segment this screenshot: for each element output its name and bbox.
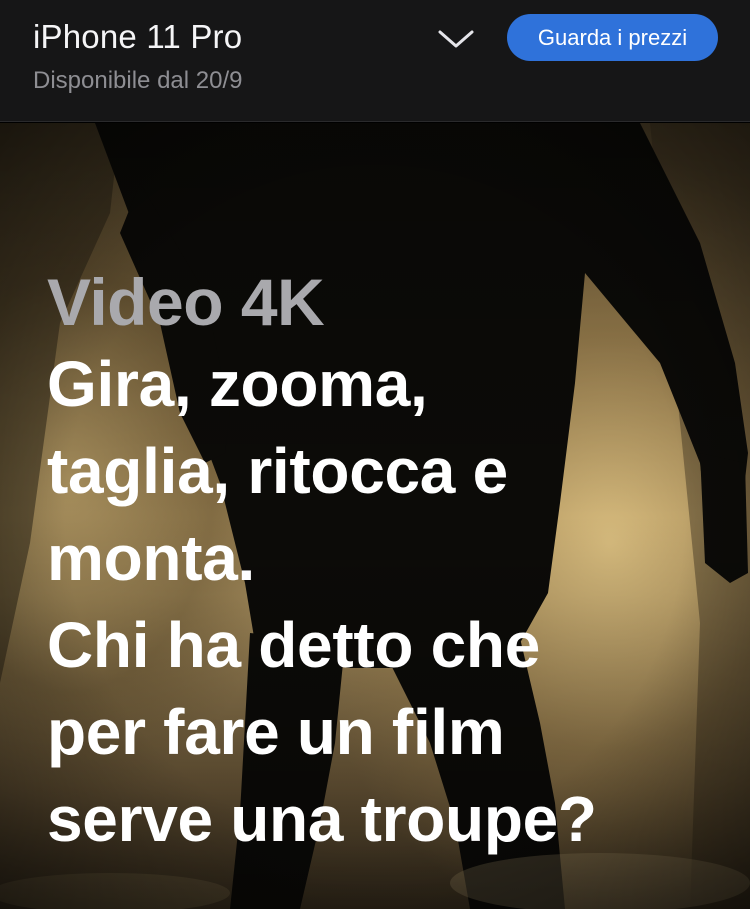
headline-line: taglia, ritocca e bbox=[47, 435, 508, 507]
product-nav-bar: iPhone 11 Pro Disponibile dal 20/9 Guard… bbox=[0, 0, 750, 122]
product-title[interactable]: iPhone 11 Pro bbox=[33, 18, 242, 56]
headline-line: monta. bbox=[47, 522, 255, 594]
availability-text: Disponibile dal 20/9 bbox=[33, 67, 243, 94]
headline-line: Gira, zooma, bbox=[47, 348, 428, 420]
view-prices-button[interactable]: Guarda i prezzi bbox=[507, 14, 718, 61]
hero-section: Video 4K Gira, zooma, taglia, ritocca e … bbox=[0, 123, 750, 909]
headline-line: per fare un film bbox=[47, 696, 505, 768]
hero-headline: Gira, zooma, taglia, ritocca e monta. Ch… bbox=[47, 341, 727, 863]
hero-eyebrow: Video 4K bbox=[47, 265, 325, 339]
headline-line: serve una troupe? bbox=[47, 783, 597, 855]
hero-copy: Video 4K Gira, zooma, taglia, ritocca e … bbox=[47, 268, 727, 863]
headline-line: Chi ha detto che bbox=[47, 609, 541, 681]
chevron-down-icon bbox=[438, 30, 474, 48]
expand-menu-button[interactable] bbox=[434, 22, 478, 56]
